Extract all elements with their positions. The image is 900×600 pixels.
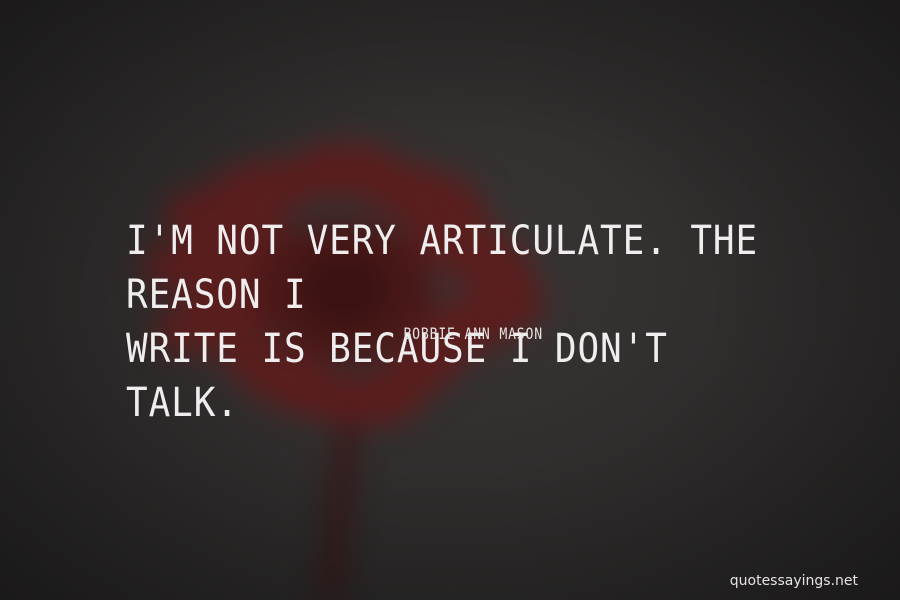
quote-author: - Bobbie Ann Mason (386, 324, 543, 343)
quote-image: I'm not very articulate. The reason I wr… (0, 0, 900, 600)
quote-text: I'm not very articulate. The reason I wr… (126, 218, 759, 426)
site-watermark: quotessayings.net (729, 573, 858, 589)
